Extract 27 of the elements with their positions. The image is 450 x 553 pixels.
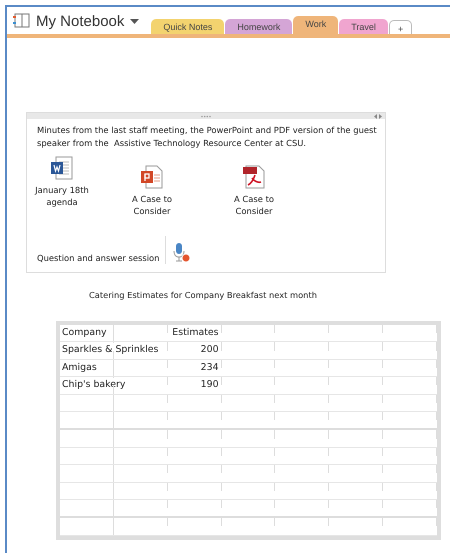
notebook-title[interactable]: My Notebook <box>36 13 124 30</box>
section-tab[interactable]: Work <box>293 16 338 34</box>
section-tab[interactable]: Homework <box>225 19 292 34</box>
section-tab[interactable]: + <box>388 20 412 34</box>
attachment-label[interactable]: A Case to Consider <box>122 193 182 217</box>
pdf-icon[interactable] <box>243 165 265 189</box>
audio-label: Question and answer session <box>37 252 160 264</box>
microphone-recording-icon[interactable] <box>173 242 192 264</box>
section-tab[interactable]: Travel <box>339 19 388 34</box>
cell-text: 200 <box>200 343 219 358</box>
resize-arrows-icon[interactable] <box>374 114 382 118</box>
note-text: Minutes from the last staff meeting, the PowerPoint and PDF version of the guest speaker from the Assistive Technology Resource Center at CSU. <box>37 124 377 150</box>
cell-text: Amigas <box>62 360 97 375</box>
drag-handle-icon[interactable] <box>201 114 211 118</box>
attachment-label[interactable]: A Case to Consider <box>224 193 284 217</box>
section-tab[interactable]: Quick Notes <box>151 19 224 34</box>
notebook-icon <box>13 13 31 28</box>
attachment-label[interactable]: January 18th agenda <box>29 184 95 208</box>
cell-text: Estimates <box>172 326 219 340</box>
cell-text: 234 <box>200 360 219 375</box>
presentation-icon[interactable] <box>141 165 163 189</box>
word-document-icon[interactable] <box>51 156 73 180</box>
cell-text: Company <box>62 326 107 340</box>
cell-text: 190 <box>200 378 219 392</box>
table-caption: Catering Estimates for Company Breakfast next month <box>89 290 318 300</box>
note-handle-bar[interactable] <box>27 113 385 119</box>
caret-icon[interactable] <box>130 19 140 25</box>
